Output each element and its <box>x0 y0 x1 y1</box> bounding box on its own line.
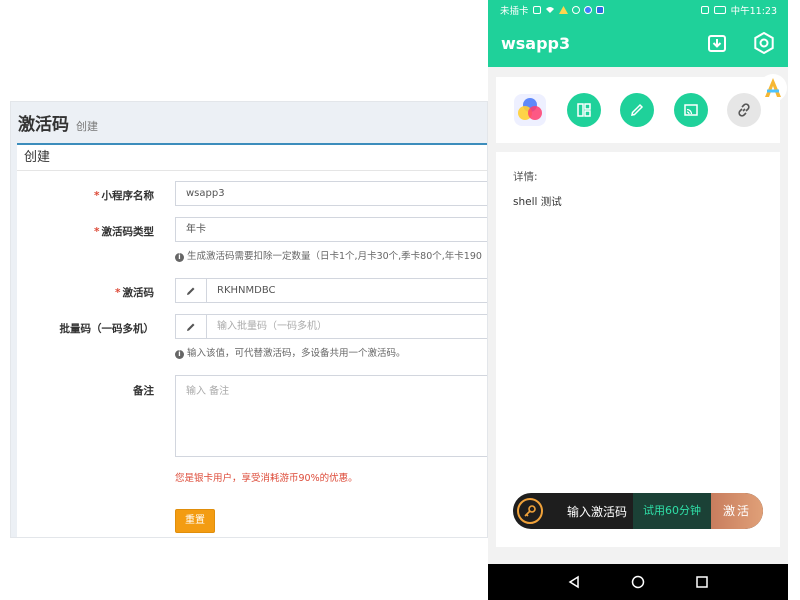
download-icon[interactable] <box>706 32 728 54</box>
detail-text: shell 测试 <box>513 196 562 208</box>
detail-card: 详情: shell 测试 输入激活码 试用60分钟 激活 <box>496 152 780 547</box>
code-label: * 激活码 <box>115 287 154 299</box>
phone-screen: 未插卡 中午11:23 wsapp3 详情: shell 测试 输入激活码 试用… <box>488 0 788 600</box>
floating-assistant-icon[interactable] <box>758 73 788 103</box>
battery-icon <box>713 6 726 14</box>
page-title: 激活码 <box>18 115 69 135</box>
reset-button[interactable]: 重置 <box>175 509 215 533</box>
clock-text: 中午11:23 <box>730 6 777 17</box>
create-form-box: 创建 * 小程序名称 wsapp3 * 激活码类型 年卡 i 生成激活码需要扣除一定数… <box>17 143 487 537</box>
page-subtitle: 创建 <box>76 120 98 133</box>
admin-panel: 激活码 创建 创建 * 小程序名称 wsapp3 * 激活码类型 年卡 i 生成激活码… <box>10 101 488 538</box>
code-type-label: * 激活码类型 <box>94 226 154 238</box>
content-header: 激活码 创建 <box>18 110 98 135</box>
app-title: wsapp3 <box>501 34 571 53</box>
code-input-group: RKHNMDBC <box>175 278 487 303</box>
carrier-text: 未插卡 <box>500 6 529 17</box>
cast-icon[interactable] <box>674 93 708 127</box>
settings-icon[interactable] <box>753 32 775 54</box>
activate-button[interactable]: 激活 <box>711 493 763 529</box>
batch-input[interactable]: 输入批量码（一码多机） <box>207 314 487 339</box>
activation-bar: 输入激活码 试用60分钟 激活 <box>513 493 763 529</box>
info-icon: i <box>175 350 184 359</box>
batch-help: i 输入该值，可代替激活码，多设备共用一个激活码。 <box>175 345 406 359</box>
key-icon <box>517 498 543 524</box>
tool-card <box>496 77 780 143</box>
warning-icon <box>558 6 568 14</box>
sim-icon <box>532 6 541 14</box>
info-icon: i <box>175 253 184 262</box>
trial-button[interactable]: 试用60分钟 <box>633 493 711 529</box>
app-notification-icon <box>583 6 592 14</box>
edit-icon[interactable] <box>620 93 654 127</box>
batch-label: 批量码（一码多机） <box>59 323 155 335</box>
home-icon[interactable] <box>631 575 645 589</box>
vibrate-icon <box>700 6 709 14</box>
color-circles-app-icon[interactable] <box>513 93 547 127</box>
discount-notice: 您是银卡用户，享受消耗游币90%的优惠。 <box>175 473 358 484</box>
wifi-icon <box>545 7 554 13</box>
detail-label: 详情: <box>513 171 538 183</box>
pencil-icon[interactable] <box>175 278 207 303</box>
status-bar: 未插卡 中午11:23 <box>488 0 788 20</box>
box-title: 创建 <box>17 145 487 171</box>
code-type-help: i 生成激活码需要扣除一定数量（日卡1个,月卡30个,季卡80个,年卡190 <box>175 248 482 262</box>
code-type-select[interactable]: 年卡 <box>175 217 487 242</box>
notification-icon <box>571 6 580 14</box>
app-name-input[interactable]: wsapp3 <box>175 181 487 206</box>
code-input[interactable]: RKHNMDBC <box>207 278 487 303</box>
back-icon[interactable] <box>567 575 581 589</box>
remark-label: 备注 <box>133 385 154 397</box>
remark-textarea[interactable]: 输入 备注 <box>175 375 487 457</box>
app-name-label: * 小程序名称 <box>94 190 154 202</box>
recents-icon[interactable] <box>695 575 709 589</box>
layout-icon[interactable] <box>567 93 601 127</box>
nav-bar <box>488 564 788 600</box>
batch-input-group: 输入批量码（一码多机） <box>175 314 487 339</box>
app-bar: wsapp3 <box>488 20 788 67</box>
shield-icon <box>595 6 604 14</box>
link-icon[interactable] <box>727 93 761 127</box>
pencil-icon[interactable] <box>175 314 207 339</box>
activation-code-input[interactable]: 输入激活码 <box>567 503 633 520</box>
